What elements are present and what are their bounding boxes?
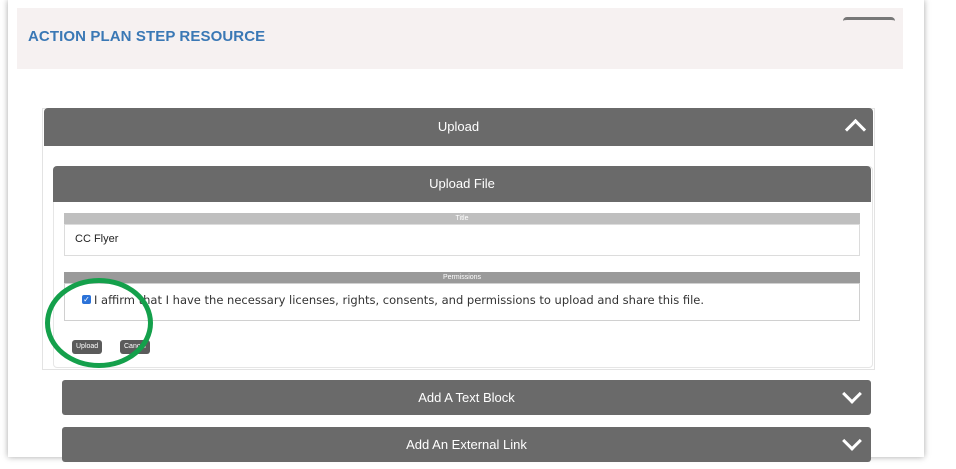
title-input-value: CC Flyer xyxy=(75,233,119,245)
header-tab-handle[interactable] xyxy=(843,17,895,30)
chevron-down-icon[interactable] xyxy=(842,431,862,451)
page-title: ACTION PLAN STEP RESOURCE xyxy=(28,28,266,45)
permissions-statement: I affirm that I have the necessary licen… xyxy=(94,293,705,307)
external-link-section-label: Add An External Link xyxy=(406,437,527,452)
highlight-circle-annotation xyxy=(45,278,153,368)
upload-section-header[interactable]: Upload xyxy=(44,108,873,146)
upload-file-label: Upload File xyxy=(429,176,495,191)
text-block-section-label: Add A Text Block xyxy=(418,390,515,405)
upload-file-header: Upload File xyxy=(53,166,871,202)
page-header: ACTION PLAN STEP RESOURCE xyxy=(17,8,903,69)
permissions-box: ✓ I affirm that I have the necessary lic… xyxy=(64,283,860,321)
chevron-up-icon[interactable] xyxy=(844,118,867,141)
permissions-label: Permissions xyxy=(64,272,860,283)
chevron-down-icon[interactable] xyxy=(842,384,862,404)
external-link-section-header[interactable]: Add An External Link xyxy=(62,427,871,462)
upload-section-label: Upload xyxy=(437,119,480,134)
title-field-label: Title xyxy=(64,213,860,224)
title-input[interactable]: CC Flyer xyxy=(64,224,860,256)
text-block-section-header[interactable]: Add A Text Block xyxy=(62,380,871,415)
